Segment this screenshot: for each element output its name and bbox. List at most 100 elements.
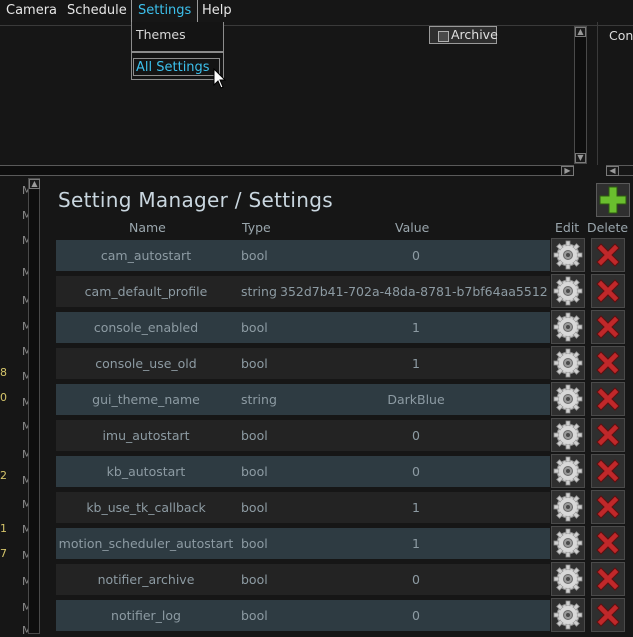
table-row[interactable]: notifier_archive bool 0 bbox=[56, 564, 550, 595]
top-vertical-scrollbar[interactable]: ▲ ▼ bbox=[574, 26, 587, 164]
scroll-right-arrow-icon[interactable]: ▶ bbox=[561, 166, 574, 176]
delete-button[interactable] bbox=[591, 238, 625, 272]
scroll-left-arrow-icon[interactable]: ◀ bbox=[606, 166, 619, 176]
setting-name: notifier_archive bbox=[97, 572, 195, 587]
setting-value: 352d7b41-702a-48da-8781-b7bf64aa5512 bbox=[280, 284, 548, 299]
setting-name: cam_autostart bbox=[100, 248, 192, 263]
setting-name: kb_use_tk_callback bbox=[86, 500, 206, 515]
gear-icon bbox=[552, 275, 584, 307]
console-horizontal-scrollbar[interactable]: ◀ bbox=[606, 165, 633, 176]
delete-x-icon bbox=[592, 311, 624, 343]
settings-dropdown-menu: Themes All Settings bbox=[131, 22, 224, 80]
top-horizontal-scrollbar[interactable]: ▶ bbox=[0, 165, 574, 176]
edit-button[interactable] bbox=[551, 238, 585, 272]
setting-name: kb_autostart bbox=[106, 464, 186, 479]
delete-x-icon bbox=[592, 563, 624, 595]
log-number: 2 bbox=[0, 469, 7, 482]
edit-button[interactable] bbox=[551, 598, 585, 632]
column-header-value: Value bbox=[395, 220, 430, 235]
log-number: 1 bbox=[0, 522, 7, 535]
table-row[interactable]: kb_autostart bool 0 bbox=[56, 456, 550, 487]
scroll-up-arrow-icon[interactable]: ▲ bbox=[575, 27, 586, 37]
setting-name: cam_default_profile bbox=[84, 284, 208, 299]
menu-schedule[interactable]: Schedule bbox=[67, 0, 127, 22]
edit-button[interactable] bbox=[551, 310, 585, 344]
setting-value: 1 bbox=[412, 536, 420, 551]
console-panel-label: Con bbox=[609, 28, 633, 43]
log-column: M M M M M M M M M M M M M M M M M M 8 0 … bbox=[0, 178, 32, 637]
delete-button[interactable] bbox=[591, 490, 625, 524]
delete-button[interactable] bbox=[591, 382, 625, 416]
log-vertical-scrollbar[interactable]: ▲ bbox=[28, 178, 40, 634]
setting-value: 1 bbox=[412, 320, 420, 335]
add-setting-button[interactable] bbox=[596, 183, 630, 217]
table-row[interactable]: console_use_old bool 1 bbox=[56, 348, 550, 379]
scroll-up-arrow-icon[interactable]: ▲ bbox=[29, 179, 40, 189]
delete-button[interactable] bbox=[591, 562, 625, 596]
table-row[interactable]: gui_theme_name string DarkBlue bbox=[56, 384, 550, 415]
setting-value: 0 bbox=[412, 248, 420, 263]
delete-button[interactable] bbox=[591, 310, 625, 344]
delete-button[interactable] bbox=[591, 454, 625, 488]
panel-divider bbox=[597, 22, 598, 165]
edit-button[interactable] bbox=[551, 382, 585, 416]
edit-button[interactable] bbox=[551, 490, 585, 524]
menu-bar: Camera Schedule Settings Help bbox=[0, 0, 633, 22]
archive-checkbox[interactable]: Archive bbox=[429, 26, 498, 44]
delete-x-icon bbox=[592, 275, 624, 307]
scroll-down-arrow-icon[interactable]: ▼ bbox=[575, 153, 586, 163]
delete-button[interactable] bbox=[591, 274, 625, 308]
delete-button[interactable] bbox=[591, 418, 625, 452]
delete-button[interactable] bbox=[591, 598, 625, 632]
settings-panel: Setting Manager / Settings Name Type Val… bbox=[42, 178, 633, 634]
setting-name: console_enabled bbox=[93, 320, 199, 335]
gear-icon bbox=[552, 491, 584, 523]
delete-button[interactable] bbox=[591, 526, 625, 560]
column-header-name: Name bbox=[129, 220, 166, 235]
edit-button[interactable] bbox=[551, 274, 585, 308]
delete-button[interactable] bbox=[591, 346, 625, 380]
menu-item-themes[interactable]: Themes bbox=[136, 27, 186, 42]
edit-button[interactable] bbox=[551, 526, 585, 560]
menu-help[interactable]: Help bbox=[202, 0, 232, 22]
menu-settings[interactable]: Settings bbox=[131, 0, 199, 22]
setting-value: DarkBlue bbox=[387, 392, 445, 407]
delete-x-icon bbox=[592, 527, 624, 559]
menu-divider bbox=[0, 25, 633, 26]
archive-label: Archive bbox=[451, 27, 498, 42]
table-row[interactable]: cam_autostart bool 0 bbox=[56, 240, 550, 271]
setting-value: 0 bbox=[412, 572, 420, 587]
table-row[interactable]: console_enabled bool 1 bbox=[56, 312, 550, 343]
edit-button[interactable] bbox=[551, 454, 585, 488]
setting-value: 1 bbox=[412, 500, 420, 515]
setting-name: gui_theme_name bbox=[92, 392, 200, 407]
setting-value: 0 bbox=[412, 464, 420, 479]
setting-name: notifier_log bbox=[111, 608, 181, 623]
menu-item-all-settings[interactable]: All Settings bbox=[133, 58, 220, 76]
table-row[interactable]: cam_default_profile string 352d7b41-702a… bbox=[56, 276, 550, 307]
setting-value: 0 bbox=[412, 428, 420, 443]
page-title: Setting Manager / Settings bbox=[58, 188, 333, 212]
gear-icon bbox=[552, 455, 584, 487]
setting-value: 0 bbox=[412, 608, 420, 623]
delete-x-icon bbox=[592, 491, 624, 523]
gear-icon bbox=[552, 527, 584, 559]
menu-camera[interactable]: Camera bbox=[6, 0, 57, 22]
edit-button[interactable] bbox=[551, 562, 585, 596]
gear-icon bbox=[552, 563, 584, 595]
table-row[interactable]: notifier_log bool 0 bbox=[56, 600, 550, 631]
checkbox-square[interactable] bbox=[438, 31, 449, 42]
delete-x-icon bbox=[592, 419, 624, 451]
table-row[interactable]: motion_scheduler_autostart bool 1 bbox=[56, 528, 550, 559]
table-row[interactable]: kb_use_tk_callback bool 1 bbox=[56, 492, 550, 523]
delete-x-icon bbox=[592, 383, 624, 415]
delete-x-icon bbox=[592, 599, 624, 631]
edit-button[interactable] bbox=[551, 346, 585, 380]
setting-name: imu_autostart bbox=[102, 428, 190, 443]
edit-button[interactable] bbox=[551, 418, 585, 452]
delete-x-icon bbox=[592, 239, 624, 271]
gear-icon bbox=[552, 239, 584, 271]
column-header-edit: Edit bbox=[555, 220, 580, 235]
setting-value: 1 bbox=[412, 356, 420, 371]
table-row[interactable]: imu_autostart bool 0 bbox=[56, 420, 550, 451]
